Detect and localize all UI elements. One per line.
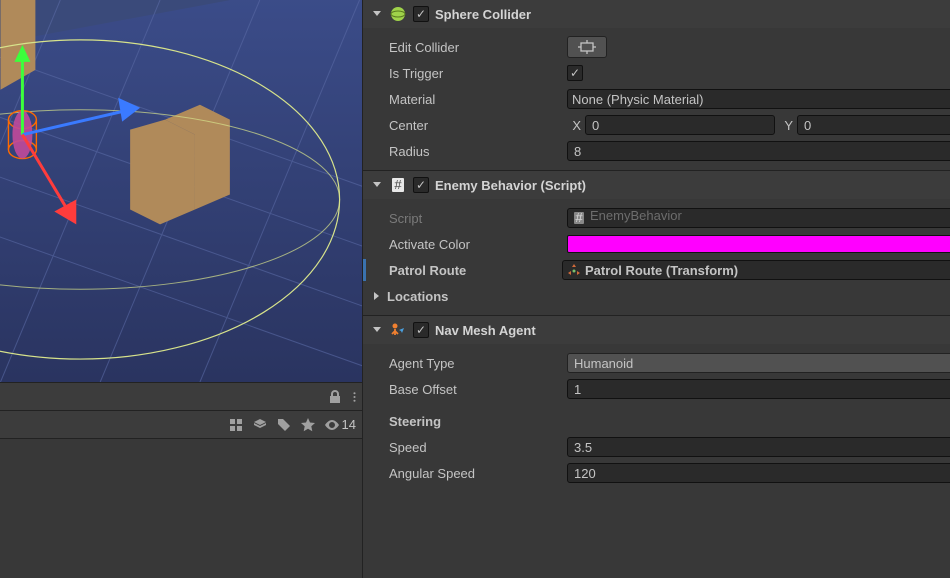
script-label: Script — [371, 211, 567, 226]
foldout-toggle[interactable] — [371, 179, 383, 191]
star-icon[interactable] — [300, 417, 316, 433]
edit-collider-label: Edit Collider — [371, 40, 567, 55]
activate-color-field[interactable] — [567, 235, 950, 253]
base-offset-label: Base Offset — [371, 382, 567, 397]
is-trigger-checkbox[interactable] — [567, 65, 583, 81]
component-header[interactable]: Nav Mesh Agent ? — [363, 316, 950, 344]
center-y-input[interactable] — [797, 115, 950, 135]
locations-label: Locations — [383, 289, 563, 304]
angular-speed-label: Angular Speed — [371, 466, 567, 481]
agent-type-dropdown[interactable]: Humanoid — [567, 353, 950, 373]
speed-input[interactable] — [567, 437, 950, 457]
angular-speed-input[interactable] — [567, 463, 950, 483]
inspector-panel: Sphere Collider ? Edit Collider Is Trigg… — [362, 0, 950, 578]
radius-input[interactable] — [567, 141, 950, 161]
layers-icon[interactable] — [252, 417, 268, 433]
kebab-icon[interactable] — [353, 389, 356, 405]
material-field[interactable]: None (Physic Material) — [567, 89, 950, 109]
component-title: Enemy Behavior (Script) — [435, 178, 950, 193]
svg-text:#: # — [575, 211, 583, 225]
component-sphere-collider: Sphere Collider ? Edit Collider Is Trigg… — [363, 0, 950, 171]
agent-type-label: Agent Type — [371, 356, 567, 371]
visibility-icon — [324, 417, 340, 433]
scene-view[interactable] — [0, 0, 362, 383]
component-enemy-behavior: # Enemy Behavior (Script) ? Script # Ene… — [363, 171, 950, 316]
activate-color-label: Activate Color — [371, 237, 567, 252]
patrol-route-field[interactable]: Patrol Route (Transform) — [562, 260, 950, 280]
material-label: Material — [371, 92, 567, 107]
y-label: Y — [779, 118, 793, 133]
agent-type-value: Humanoid — [574, 356, 633, 371]
sphere-collider-icon — [389, 5, 407, 23]
script-file-icon: # — [572, 211, 586, 225]
component-title: Nav Mesh Agent — [435, 323, 950, 338]
script-field: # EnemyBehavior — [567, 208, 950, 228]
component-enabled-checkbox[interactable] — [413, 177, 429, 193]
foldout-toggle[interactable] — [371, 324, 383, 336]
base-offset-input[interactable] — [567, 379, 950, 399]
component-nav-mesh-agent: Nav Mesh Agent ? Agent Type Humanoid Bas… — [363, 316, 950, 492]
component-title: Sphere Collider — [435, 7, 950, 22]
lower-panel-content — [0, 439, 362, 578]
transform-icon — [567, 263, 581, 277]
is-trigger-label: Is Trigger — [371, 66, 567, 81]
lock-icon[interactable] — [327, 389, 343, 405]
component-header[interactable]: # Enemy Behavior (Script) ? — [363, 171, 950, 199]
locations-foldout[interactable] — [371, 290, 383, 302]
radius-label: Radius — [371, 144, 567, 159]
component-header[interactable]: Sphere Collider ? — [363, 0, 950, 28]
edit-collider-button[interactable] — [567, 36, 607, 58]
hierarchy-type-icon[interactable] — [228, 417, 244, 433]
visible-count[interactable]: 14 — [324, 417, 356, 433]
component-enabled-checkbox[interactable] — [413, 322, 429, 338]
scene-lower-toolbar-2: 14 — [0, 411, 362, 439]
patrol-route-value: Patrol Route (Transform) — [585, 263, 738, 278]
steering-heading: Steering — [371, 414, 567, 429]
nav-agent-icon — [389, 321, 407, 339]
override-indicator — [363, 259, 366, 281]
patrol-route-label: Patrol Route — [371, 263, 562, 278]
speed-label: Speed — [371, 440, 567, 455]
center-label: Center — [371, 118, 567, 133]
svg-text:#: # — [394, 177, 402, 192]
x-label: X — [567, 118, 581, 133]
scene-lower-toolbar-1 — [0, 383, 362, 411]
foldout-toggle[interactable] — [371, 8, 383, 20]
tag-icon[interactable] — [276, 417, 292, 433]
script-icon: # — [389, 176, 407, 194]
material-value: None (Physic Material) — [572, 92, 704, 107]
scene-panel: 14 — [0, 0, 362, 578]
component-enabled-checkbox[interactable] — [413, 6, 429, 22]
center-x-input[interactable] — [585, 115, 775, 135]
visible-count-value: 14 — [342, 417, 356, 432]
script-value: EnemyBehavior — [590, 208, 950, 228]
